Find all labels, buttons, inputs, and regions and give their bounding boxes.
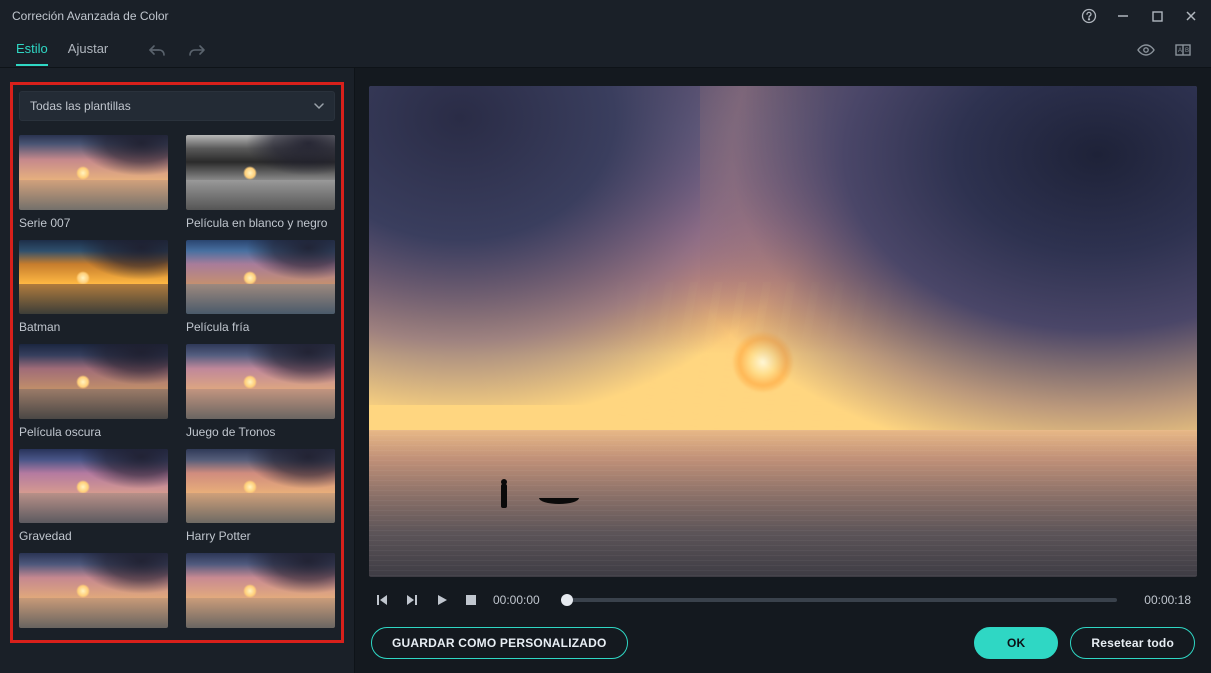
chevron-down-icon (314, 101, 324, 111)
preview-sea-ripple (369, 430, 1197, 577)
preview-area: 00:00:00 00:00:18 GUARDAR COMO PERSONALI… (355, 68, 1211, 673)
template-label: Película oscura (19, 425, 168, 439)
template-label: Gravedad (19, 529, 168, 543)
tab-style[interactable]: Estilo (16, 33, 48, 66)
preview-canvas[interactable] (369, 86, 1197, 577)
template-item[interactable]: Gravedad (19, 449, 168, 544)
template-thumbnail (19, 240, 168, 315)
seek-bar[interactable] (567, 598, 1117, 602)
help-icon[interactable] (1081, 8, 1097, 24)
stop-icon[interactable] (465, 594, 477, 606)
preview-person (501, 484, 507, 508)
template-item[interactable]: Película fría (186, 240, 335, 335)
compare-icon[interactable]: AB (1175, 43, 1191, 57)
svg-text:B: B (1185, 48, 1189, 54)
template-thumbnail (186, 553, 335, 628)
titlebar: Correción Avanzada de Color (0, 0, 1211, 32)
play-icon[interactable] (435, 593, 449, 607)
template-item[interactable]: Harry Potter (186, 449, 335, 544)
maximize-icon[interactable] (1149, 8, 1165, 24)
main: Todas las plantillas Serie 007 Película e… (0, 68, 1211, 673)
template-thumbnail (186, 344, 335, 419)
template-item[interactable]: Juego de Tronos (186, 344, 335, 439)
template-label: Película fría (186, 320, 335, 334)
save-custom-button[interactable]: GUARDAR COMO PERSONALIZADO (371, 627, 628, 659)
templates-panel: Todas las plantillas Serie 007 Película e… (10, 82, 344, 643)
playback-controls: 00:00:00 00:00:18 (369, 577, 1197, 613)
template-item[interactable]: Serie 007 (19, 135, 168, 230)
window-controls (1081, 8, 1199, 24)
window-title: Correción Avanzada de Color (12, 9, 1081, 23)
eye-icon[interactable] (1137, 43, 1155, 57)
templates-dropdown[interactable]: Todas las plantillas (19, 91, 335, 121)
bottom-bar: GUARDAR COMO PERSONALIZADO OK Resetear t… (369, 613, 1197, 661)
template-thumbnail (186, 135, 335, 210)
preview-clouds-right (700, 86, 1197, 430)
template-label: Harry Potter (186, 529, 335, 543)
seek-thumb[interactable] (561, 594, 573, 606)
next-frame-icon[interactable] (405, 593, 419, 607)
tabs: Estilo Ajustar (16, 33, 108, 66)
template-label: Película en blanco y negro (186, 216, 335, 230)
redo-icon[interactable] (188, 43, 206, 57)
template-label: Juego de Tronos (186, 425, 335, 439)
template-item[interactable] (186, 553, 335, 634)
sidebar: Todas las plantillas Serie 007 Película e… (0, 68, 355, 673)
reset-button[interactable]: Resetear todo (1070, 627, 1195, 659)
current-time: 00:00:00 (493, 593, 551, 607)
template-label: Serie 007 (19, 216, 168, 230)
minimize-icon[interactable] (1115, 8, 1131, 24)
template-label: Batman (19, 320, 168, 334)
dropdown-label: Todas las plantillas (30, 99, 131, 113)
svg-text:A: A (1178, 48, 1182, 54)
tab-adjust[interactable]: Ajustar (68, 33, 108, 66)
prev-frame-icon[interactable] (375, 593, 389, 607)
duration-time: 00:00:18 (1133, 593, 1191, 607)
template-item[interactable] (19, 553, 168, 634)
template-thumbnail (186, 240, 335, 315)
template-thumbnail (19, 449, 168, 524)
template-thumbnail (186, 449, 335, 524)
template-item[interactable]: Película oscura (19, 344, 168, 439)
templates-grid: Serie 007 Película en blanco y negro Batma… (19, 135, 335, 634)
template-thumbnail (19, 344, 168, 419)
template-thumbnail (19, 135, 168, 210)
template-item[interactable]: Película en blanco y negro (186, 135, 335, 230)
close-icon[interactable] (1183, 8, 1199, 24)
template-item[interactable]: Batman (19, 240, 168, 335)
tabs-row: Estilo Ajustar AB (0, 32, 1211, 68)
template-thumbnail (19, 553, 168, 628)
undo-icon[interactable] (148, 43, 166, 57)
ok-button[interactable]: OK (974, 627, 1058, 659)
